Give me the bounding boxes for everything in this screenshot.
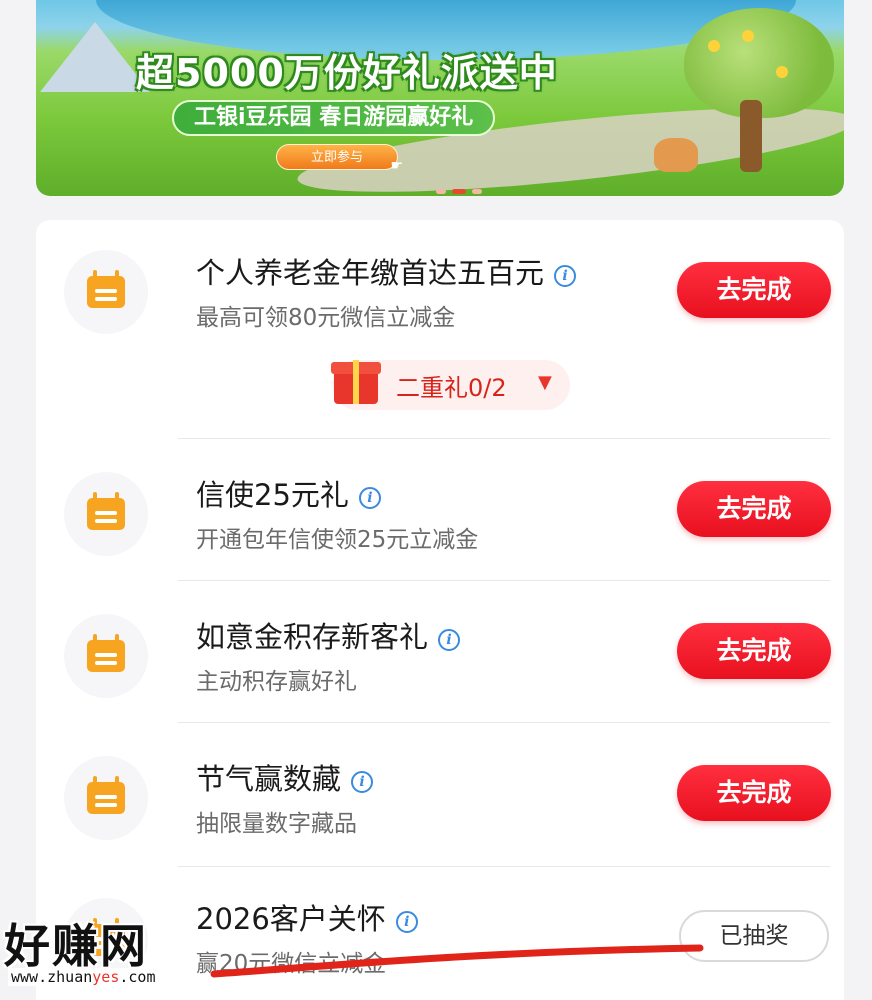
divider	[178, 722, 830, 723]
join-now-button[interactable]: 立即参与 ☛	[276, 144, 403, 174]
banner-subtitle: 工银i豆乐园 春日游园赢好礼	[172, 100, 496, 136]
banner-flower-icon	[742, 30, 754, 42]
pointer-hand-icon: ☛	[390, 158, 403, 174]
complete-task-button[interactable]: 去完成	[677, 262, 831, 318]
banner-tree-trunk	[740, 100, 762, 172]
carousel-dot[interactable]	[436, 189, 446, 194]
carousel-indicator[interactable]	[436, 189, 482, 194]
divider	[178, 438, 830, 439]
task-title: 节气赢数藏 i	[196, 756, 374, 798]
carousel-dot-active[interactable]	[452, 189, 466, 194]
gift-box-icon	[331, 360, 381, 404]
task-title: 2026客户关怀 i	[196, 896, 418, 938]
double-gift-label: 二重礼0/2	[396, 374, 507, 402]
divider	[178, 866, 830, 867]
banner-flower-icon	[708, 40, 720, 52]
watermark-text: 好赚网	[4, 919, 148, 973]
complete-task-button[interactable]: 去完成	[677, 623, 831, 679]
task-title: 如意金积存新客礼 i	[196, 614, 461, 656]
info-icon[interactable]: i	[395, 911, 418, 933]
info-icon[interactable]: i	[351, 771, 374, 793]
banner-tent-illustration	[40, 22, 150, 92]
calendar-icon	[64, 250, 148, 334]
calendar-icon	[64, 472, 148, 556]
carousel-dot[interactable]	[472, 189, 482, 194]
red-underline-annotation	[210, 944, 704, 978]
promo-banner[interactable]: 超5000万份好礼派送中 工银i豆乐园 春日游园赢好礼 立即参与 ☛	[36, 0, 844, 196]
site-watermark: 好赚网 www.zhuanyes.com	[0, 900, 200, 1000]
task-title: 信使25元礼 i	[196, 472, 381, 514]
divider	[178, 580, 830, 581]
task-title: 个人养老金年缴首达五百元 i	[196, 250, 577, 292]
task-desc: 最高可领80元微信立减金	[196, 305, 456, 331]
complete-task-button[interactable]: 去完成	[677, 765, 831, 821]
task-desc: 开通包年信使领25元立减金	[196, 527, 479, 553]
task-desc: 主动积存赢好礼	[196, 669, 357, 695]
info-icon[interactable]: i	[358, 487, 381, 509]
banner-dog-illustration	[654, 138, 698, 172]
watermark-url: www.zhuanyes.com	[8, 968, 159, 986]
calendar-icon	[64, 614, 148, 698]
chevron-down-icon: ▼	[538, 372, 552, 393]
info-icon[interactable]: i	[554, 265, 577, 287]
task-desc: 抽限量数字藏品	[196, 811, 357, 837]
banner-flower-icon	[776, 66, 788, 78]
info-icon[interactable]: i	[438, 629, 461, 651]
complete-task-button[interactable]: 去完成	[677, 481, 831, 537]
join-now-label: 立即参与	[310, 150, 363, 165]
double-gift-toggle[interactable]: 二重礼0/2 ▼	[331, 360, 570, 410]
banner-title: 超5000万份好礼派送中	[136, 51, 558, 95]
calendar-icon	[64, 756, 148, 840]
task-list-card: 个人养老金年缴首达五百元 i 最高可领80元微信立减金 去完成 二重礼0/2 ▼ …	[36, 220, 844, 1000]
